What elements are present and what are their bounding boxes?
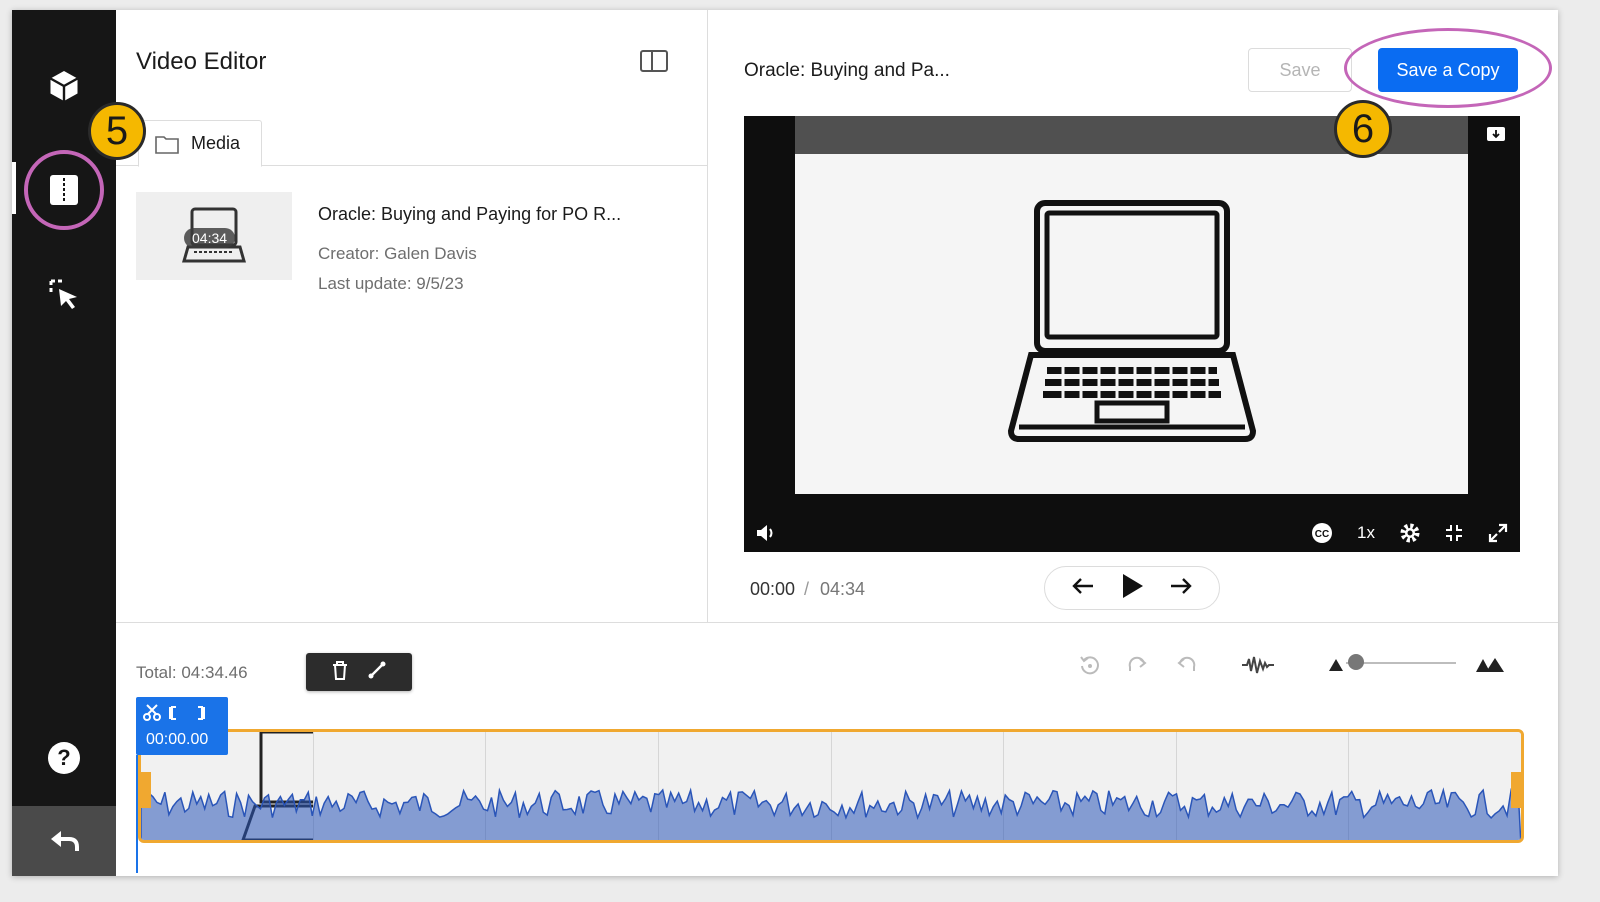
media-list-item[interactable]: 04:34 Oracle: Buying and Paying for PO R…: [136, 190, 696, 300]
playhead-line[interactable]: [136, 755, 138, 873]
audio-waveform-icon[interactable]: [1240, 651, 1276, 679]
step-6-callout: 6: [1334, 100, 1392, 158]
media-thumbnail: 04:34: [136, 192, 292, 280]
trash-icon[interactable]: [331, 660, 349, 685]
zoom-slider-knob[interactable]: [1348, 654, 1364, 670]
timeline-clip[interactable]: [138, 729, 1524, 843]
undo-icon[interactable]: [1172, 651, 1200, 679]
audio-waveform: [141, 787, 1521, 840]
save-button[interactable]: Save: [1248, 48, 1352, 92]
app-window: ? Video Editor Media 04:34 Oracle: Buyin…: [12, 10, 1558, 876]
play-icon[interactable]: [1120, 573, 1144, 604]
zoom-out-icon[interactable]: [1322, 651, 1350, 679]
total-time: 04:34: [820, 579, 866, 599]
playback-nav: [1044, 566, 1220, 610]
playhead-controls[interactable]: 00:00.00: [136, 697, 228, 755]
gear-icon[interactable]: [1398, 521, 1422, 545]
preview-panel: Oracle: Buying and Pa... Save Save a Cop…: [708, 10, 1558, 622]
playback-speed[interactable]: 1x: [1352, 521, 1380, 545]
current-time: 00:00: [750, 579, 796, 599]
playhead-time: 00:00.00: [146, 731, 209, 748]
total-duration: Total: 04:34.46: [136, 663, 248, 682]
download-icon[interactable]: [1486, 126, 1506, 142]
help-icon[interactable]: ?: [36, 730, 92, 786]
highlight-ring-step6: [1344, 28, 1552, 108]
video-title: Oracle: Buying and Pa...: [744, 60, 950, 81]
clip-start-handle[interactable]: [141, 772, 151, 808]
folder-icon: [155, 135, 179, 154]
next-arrow-icon[interactable]: [1169, 576, 1193, 601]
video-player[interactable]: CC 1x: [744, 116, 1520, 552]
page-title: Video Editor: [136, 48, 267, 75]
link-icon[interactable]: [367, 660, 387, 685]
redo-icon[interactable]: [1124, 651, 1152, 679]
previous-arrow-icon[interactable]: [1071, 576, 1095, 601]
duration-badge: 04:34: [184, 228, 236, 248]
laptop-illustration: [1007, 200, 1256, 442]
svg-text:CC: CC: [1315, 529, 1329, 540]
media-last-update: Last update: 9/5/23: [318, 274, 464, 293]
highlight-ring-step5: [24, 150, 104, 230]
rail-active-indicator: [12, 162, 16, 214]
split-trim-icons: [143, 704, 205, 721]
time-separator: /: [804, 579, 810, 599]
media-panel: Video Editor Media 04:34 Oracle: Buying …: [88, 10, 708, 622]
tab-media[interactable]: Media: [138, 120, 262, 167]
back-button[interactable]: [12, 806, 116, 876]
panel-layout-icon[interactable]: [640, 50, 668, 72]
media-creator: Creator: Galen Davis: [318, 244, 477, 263]
captions-icon[interactable]: CC: [1310, 521, 1334, 545]
svg-text:?: ?: [57, 745, 70, 770]
timeline-panel: Total: 04:34.46 00:00.00: [116, 622, 1558, 876]
theater-mode-icon[interactable]: [1442, 521, 1466, 545]
cursor-select-icon[interactable]: [36, 266, 92, 322]
fullscreen-icon[interactable]: [1486, 521, 1510, 545]
cube-icon[interactable]: [36, 58, 92, 114]
tab-media-label: Media: [191, 133, 241, 153]
volume-icon[interactable]: [754, 521, 778, 545]
revert-icon[interactable]: [1076, 651, 1104, 679]
step-5-callout: 5: [88, 102, 146, 160]
clip-end-handle[interactable]: [1511, 772, 1521, 808]
zoom-in-icon[interactable]: [1474, 651, 1506, 679]
clip-tools: [306, 653, 412, 691]
media-title[interactable]: Oracle: Buying and Paying for PO R...: [318, 204, 621, 225]
panel-tabs: Media: [116, 120, 708, 167]
player-controls: CC 1x: [744, 514, 1520, 552]
video-frame[interactable]: [795, 154, 1468, 494]
undo-arrow-icon: [51, 831, 79, 851]
